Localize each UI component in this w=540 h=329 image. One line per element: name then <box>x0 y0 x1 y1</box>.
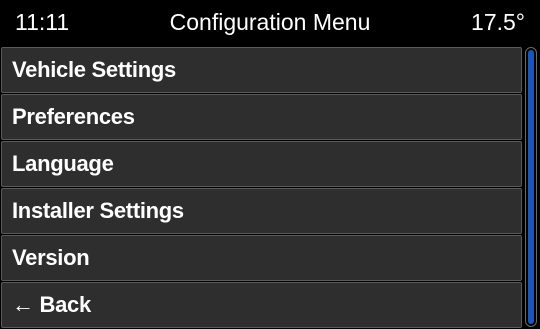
screen: 11:11 Configuration Menu 17.5° Vehicle S… <box>0 0 540 329</box>
menu-item-version[interactable]: Version <box>1 235 522 281</box>
menu-item-label: Language <box>12 151 114 176</box>
back-button-label: ← Back <box>12 292 91 317</box>
temperature-readout: 17.5° <box>471 9 525 35</box>
menu-item-label: Installer Settings <box>12 198 184 223</box>
configuration-menu-list: Vehicle Settings Preferences Language In… <box>1 46 522 329</box>
scrollbar-thumb[interactable] <box>528 50 534 324</box>
menu-item-vehicle-settings[interactable]: Vehicle Settings <box>1 47 522 93</box>
page-title: Configuration Menu <box>169 9 371 35</box>
status-header: 11:11 Configuration Menu 17.5° <box>0 0 540 45</box>
menu-item-label: Version <box>12 245 90 270</box>
menu-item-language[interactable]: Language <box>1 141 522 187</box>
menu-item-label: Vehicle Settings <box>12 57 176 82</box>
menu-item-installer-settings[interactable]: Installer Settings <box>1 188 522 234</box>
menu-item-label: Preferences <box>12 104 135 129</box>
scrollbar[interactable] <box>525 47 537 327</box>
menu-item-preferences[interactable]: Preferences <box>1 94 522 140</box>
back-button[interactable]: ← Back <box>1 282 522 328</box>
